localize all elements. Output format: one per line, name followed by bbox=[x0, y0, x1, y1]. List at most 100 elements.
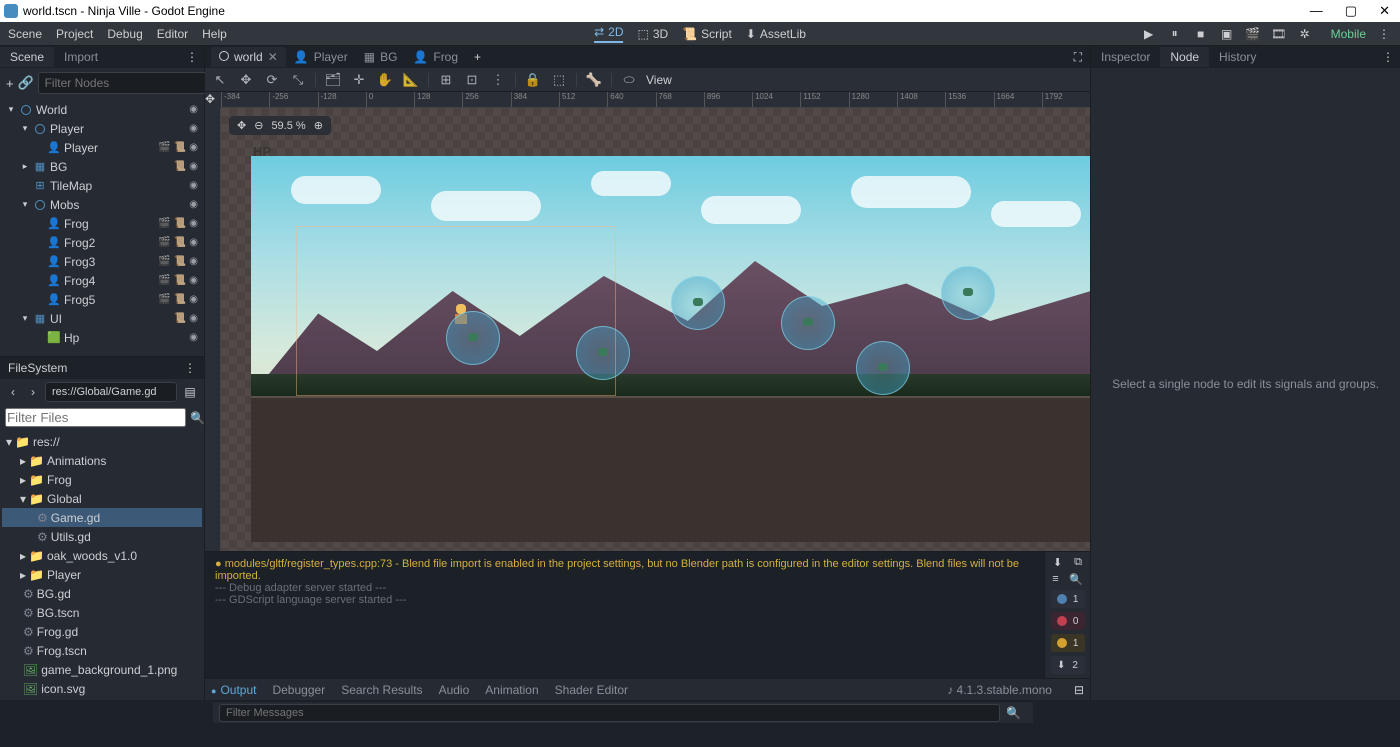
menu-scene[interactable]: Scene bbox=[8, 27, 42, 41]
btab-shader[interactable]: Shader Editor bbox=[555, 683, 628, 697]
add-node-button[interactable]: + bbox=[6, 75, 14, 91]
eye-icon[interactable]: ◉ bbox=[189, 294, 198, 305]
ruler-tool-icon[interactable]: 📐 bbox=[402, 72, 420, 88]
stop-button[interactable]: ■ bbox=[1193, 27, 1209, 41]
smart-snap-icon[interactable]: ⊡ bbox=[463, 72, 481, 88]
renderer-menu-icon[interactable]: ⋮ bbox=[1376, 27, 1392, 41]
btab-audio[interactable]: Audio bbox=[439, 683, 470, 697]
skeleton-icon[interactable]: 🦴 bbox=[585, 72, 603, 88]
tree-node[interactable]: 👤Player🎬📜◉ bbox=[2, 138, 202, 157]
pause-button[interactable]: ⏸ bbox=[1167, 26, 1183, 41]
fs-node[interactable]: ⚙Utils.gd bbox=[2, 527, 202, 546]
viewport-2d[interactable]: ✥ -384-256-12801282563845126407688961024… bbox=[205, 92, 1090, 551]
scene-tab[interactable]: 👤Player bbox=[286, 47, 356, 67]
play-scene-button[interactable]: 🎬 bbox=[1245, 27, 1261, 41]
script-icon[interactable]: 📜 bbox=[174, 237, 186, 248]
filter-nodes-input[interactable] bbox=[38, 72, 207, 94]
tree-node[interactable]: 👤Frog5🎬📜◉ bbox=[2, 290, 202, 309]
clap-icon[interactable]: 🎬 bbox=[158, 294, 170, 305]
eye-icon[interactable]: ◉ bbox=[189, 275, 198, 286]
fs-node[interactable]: 🖼icon.svg bbox=[2, 679, 202, 698]
script-icon[interactable]: 📜 bbox=[174, 256, 186, 267]
play-project-button[interactable]: ▶ bbox=[1141, 27, 1157, 41]
eye-icon[interactable]: ◉ bbox=[189, 142, 198, 153]
fs-forward-button[interactable]: › bbox=[25, 385, 41, 399]
minimize-button[interactable]: — bbox=[1310, 3, 1323, 19]
zoom-reset-icon[interactable]: ✥ bbox=[237, 119, 246, 132]
group-icon[interactable]: ⬚ bbox=[550, 72, 568, 88]
tree-node[interactable]: ▾World◉ bbox=[2, 100, 202, 119]
filesystem-menu-icon[interactable]: ⋮ bbox=[184, 361, 196, 375]
pan-tool-icon[interactable]: ✋ bbox=[376, 72, 394, 88]
tab-scene[interactable]: Scene bbox=[0, 47, 54, 67]
tree-node[interactable]: ▸▦BG📜◉ bbox=[2, 157, 202, 176]
script-icon[interactable]: 📜 bbox=[174, 294, 186, 305]
tree-node[interactable]: 👤Frog4🎬📜◉ bbox=[2, 271, 202, 290]
animation-key-icon[interactable]: ⬭ bbox=[620, 72, 638, 88]
select-tool-icon[interactable]: ↖ bbox=[211, 72, 229, 88]
clap-icon[interactable]: 🎬 bbox=[158, 275, 170, 286]
fs-node[interactable]: ⚙BG.gd bbox=[2, 584, 202, 603]
fs-node[interactable]: ▸📁oak_woods_v1.0 bbox=[2, 546, 202, 565]
console-search-icon[interactable]: 🔍 bbox=[1069, 573, 1083, 586]
bottom-bar-toggle-icon[interactable]: ⊟ bbox=[1074, 683, 1084, 697]
lock-icon[interactable]: 🔒 bbox=[524, 72, 542, 88]
fs-node[interactable]: ⚙Game.gd bbox=[2, 508, 202, 527]
console-copy2-icon[interactable]: ⧉ bbox=[1074, 556, 1082, 569]
filter-messages-input[interactable] bbox=[219, 704, 1000, 722]
tab-history[interactable]: History bbox=[1209, 47, 1266, 67]
zoom-value[interactable]: 59.5 % bbox=[271, 120, 305, 132]
ruler-corner-icon[interactable]: ✥ bbox=[205, 92, 221, 108]
snap-options-icon[interactable]: ⋮ bbox=[489, 72, 507, 88]
btab-debugger[interactable]: Debugger bbox=[272, 683, 325, 697]
script-icon[interactable]: 📜 bbox=[174, 275, 186, 286]
rotate-tool-icon[interactable]: ⟳ bbox=[263, 72, 281, 88]
scene-dock-menu-icon[interactable]: ⋮ bbox=[180, 50, 204, 64]
clap-icon[interactable]: 🎬 bbox=[158, 256, 170, 267]
scene-tab[interactable]: 👤Frog bbox=[405, 47, 466, 67]
clap-icon[interactable]: 🎬 bbox=[158, 142, 170, 153]
fs-node[interactable]: ▸📁Frog bbox=[2, 470, 202, 489]
fs-search-icon[interactable]: 🔍 bbox=[190, 411, 205, 425]
fs-node[interactable]: 🖼game_background_1.png bbox=[2, 660, 202, 679]
tree-node[interactable]: 🟩Hp◉ bbox=[2, 328, 202, 347]
info-count-badge[interactable]: 1 bbox=[1051, 590, 1085, 608]
close-tab-icon[interactable]: ✕ bbox=[268, 50, 278, 64]
filter-files-input[interactable] bbox=[5, 408, 186, 427]
eye-icon[interactable]: ◉ bbox=[189, 199, 198, 210]
tab-inspector[interactable]: Inspector bbox=[1091, 47, 1160, 67]
script-icon[interactable]: 📜 bbox=[174, 161, 186, 172]
fs-back-button[interactable]: ‹ bbox=[5, 385, 21, 399]
clap-icon[interactable]: 🎬 bbox=[158, 237, 170, 248]
menu-project[interactable]: Project bbox=[56, 27, 93, 41]
inspector-menu-icon[interactable]: ⋮ bbox=[1376, 50, 1400, 64]
tree-node[interactable]: 👤Frog🎬📜◉ bbox=[2, 214, 202, 233]
eye-icon[interactable]: ◉ bbox=[189, 180, 198, 191]
canvas[interactable] bbox=[221, 108, 1090, 551]
workspace-3d[interactable]: ⬚ 3D bbox=[637, 27, 668, 41]
tree-node[interactable]: ⊞TileMap◉ bbox=[2, 176, 202, 195]
tree-node[interactable]: ▾Player◉ bbox=[2, 119, 202, 138]
remote-debug-button[interactable]: ▣ bbox=[1219, 27, 1235, 41]
distraction-free-icon[interactable]: ⛶ bbox=[1066, 50, 1090, 65]
workspace-2d[interactable]: ⇄ 2D bbox=[594, 25, 623, 43]
eye-icon[interactable]: ◉ bbox=[189, 256, 198, 267]
workspace-script[interactable]: 📜 Script bbox=[682, 27, 732, 41]
play-custom-button[interactable]: 🎞 bbox=[1271, 27, 1287, 41]
tab-import[interactable]: Import bbox=[54, 47, 108, 67]
eye-icon[interactable]: ◉ bbox=[189, 313, 198, 324]
script-icon[interactable]: 📜 bbox=[174, 142, 186, 153]
filter-search-icon[interactable]: 🔍 bbox=[1000, 706, 1027, 720]
menu-debug[interactable]: Debug bbox=[107, 27, 142, 41]
other-count-badge[interactable]: ⬇2 bbox=[1051, 656, 1085, 674]
tab-node[interactable]: Node bbox=[1160, 47, 1209, 67]
console-output[interactable]: ● modules/gltf/register_types.cpp:73 - B… bbox=[205, 552, 1044, 678]
btab-search[interactable]: Search Results bbox=[341, 683, 422, 697]
fs-node[interactable]: ▾📁Global bbox=[2, 489, 202, 508]
link-node-button[interactable]: 🔗 bbox=[18, 75, 34, 91]
menu-help[interactable]: Help bbox=[202, 27, 227, 41]
fs-node[interactable]: ⚙BG.tscn bbox=[2, 603, 202, 622]
btab-output[interactable]: Output bbox=[211, 683, 256, 697]
zoom-in-button[interactable]: ⊕ bbox=[314, 119, 323, 132]
fs-path[interactable]: res://Global/Game.gd bbox=[45, 382, 177, 402]
